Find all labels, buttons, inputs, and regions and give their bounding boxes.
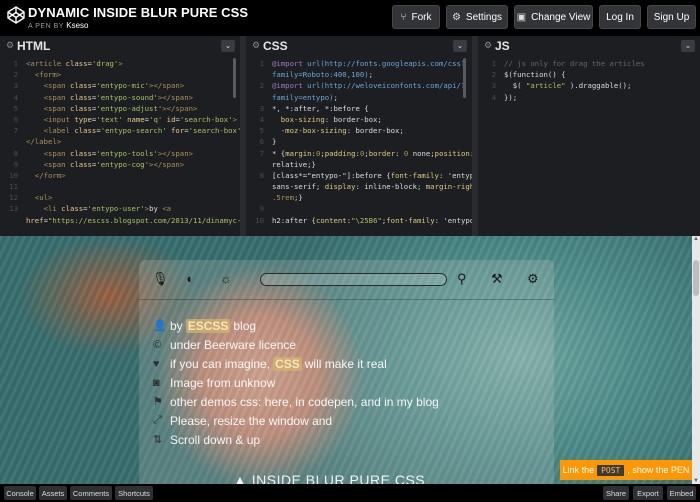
chevron-down-icon[interactable]: ⌄	[681, 40, 695, 52]
mic-icon[interactable]: 🎙	[152, 272, 169, 286]
chevron-down-icon[interactable]: ⌄	[221, 40, 235, 52]
export-button[interactable]: Export	[633, 486, 663, 500]
login-label: Log In	[606, 11, 634, 23]
preview-scrollbar[interactable]: ▲ ▼	[692, 236, 700, 484]
list-item: ◙ Image from unknow	[153, 375, 276, 390]
list-item: ⚑ other demos css: here, in codepen, and…	[153, 394, 439, 409]
change-view-label: Change View	[531, 11, 591, 23]
settings-button[interactable]: ⚙ Settings	[446, 5, 508, 29]
css-editor-pane[interactable]: ⚙ CSS ⌄ 1 @import url(http://fonts.google…	[246, 36, 472, 236]
list-item: © under Beerware licence	[153, 337, 297, 352]
css-highlight: CSS	[273, 356, 302, 371]
assets-button[interactable]: Assets	[39, 486, 67, 500]
js-editor-pane[interactable]: ⚙ JS ⌄ 1// js only for drag the articles…	[478, 36, 700, 236]
post-link-banner[interactable]: Link the POST , show the PEN	[560, 460, 692, 480]
cc-icon: ©	[153, 338, 162, 351]
heart-icon: ♥	[153, 357, 160, 370]
settings-label: Settings	[465, 11, 503, 23]
tools-icon[interactable]: ⚒	[491, 272, 503, 286]
escss-link[interactable]: ESCSS	[185, 318, 231, 333]
cog-icon[interactable]: ⚙	[527, 272, 539, 286]
js-pane-title: JS	[495, 39, 510, 53]
search-icon[interactable]: ⚲	[457, 272, 467, 286]
pen-header: DYNAMIC INSIDE BLUR PURE CSS A PEN BY Ks…	[0, 0, 700, 36]
css-pane-title: CSS	[263, 39, 288, 53]
list-item: 👤 by ESCSS blog	[153, 318, 257, 333]
change-view-button[interactable]: ▣ Change View	[514, 5, 593, 29]
list-item: ⤢ Please, resize the window and	[153, 413, 333, 428]
console-button[interactable]: Console	[4, 486, 36, 500]
fork-icon: ⑂	[400, 11, 407, 23]
camera-icon: ◙	[153, 376, 160, 389]
embed-button[interactable]: Embed	[667, 486, 696, 500]
pane-gear-icon[interactable]: ⚙	[252, 40, 260, 51]
share-button[interactable]: Share	[603, 486, 629, 500]
blur-panel[interactable]: 🎙 ◖ ☼ ⚲ ⚒ ⚙ 👤 by ESCSS blog © under Beer…	[139, 260, 554, 484]
scrollbar-thumb[interactable]	[693, 260, 699, 296]
pen-footer: Console Assets Comments Shortcuts Share …	[0, 484, 700, 502]
layout-icon: ▣	[516, 11, 527, 23]
shortcuts-button[interactable]: Shortcuts	[115, 486, 153, 500]
article-heading: ▲ INSIDE BLUR PURE CSS	[233, 472, 426, 484]
signup-button[interactable]: Sign Up	[647, 5, 696, 29]
chevron-down-icon[interactable]: ⌄	[453, 40, 467, 52]
js-pane-header: ⚙ JS ⌄	[478, 38, 700, 56]
pane-gear-icon[interactable]: ⚙	[6, 40, 14, 51]
comments-button[interactable]: Comments	[70, 486, 112, 500]
signup-label: Sign Up	[653, 11, 690, 23]
scroll-up-icon[interactable]: ▲	[692, 236, 700, 242]
html-code[interactable]: 1 <article class='drag'> 2 <form> 3 <span…	[0, 58, 240, 226]
sound-icon[interactable]: ◖	[185, 272, 193, 286]
panel-list: 👤 by ESCSS blog © under Beerware licence…	[153, 316, 548, 449]
html-pane-header: ⚙ HTML ⌄	[0, 38, 240, 56]
css-pane-header: ⚙ CSS ⌄	[246, 38, 472, 56]
js-code[interactable]: 1// js only for drag the articles 2 $(fun…	[478, 58, 700, 103]
css-code[interactable]: 1 @import url(http://fonts.googleapis.com…	[246, 58, 472, 226]
author-link[interactable]: Kseso	[66, 21, 88, 30]
login-button[interactable]: Log In	[599, 5, 641, 29]
resize-icon: ⤢	[153, 414, 162, 426]
scroll-icon: ⇅	[153, 434, 163, 446]
user-icon: 👤	[153, 320, 167, 332]
list-item: ♥ if you can imagine, CSS will make it r…	[153, 356, 387, 371]
adjust-icon[interactable]: ☼	[220, 272, 232, 286]
panel-toolbar: 🎙 ◖ ☼ ⚲ ⚒ ⚙	[139, 260, 554, 300]
html-scrollbar[interactable]	[233, 58, 236, 98]
pen-byline: A PEN BY Kseso	[28, 21, 88, 30]
byline-prefix: A PEN BY	[28, 23, 64, 30]
signpost-icon: ⚑	[153, 396, 163, 408]
preview-frame[interactable]: 🎙 ◖ ☼ ⚲ ⚒ ⚙ 👤 by ESCSS blog © under Beer…	[0, 236, 692, 484]
codepen-logo-icon[interactable]	[6, 5, 26, 25]
html-editor-pane[interactable]: ⚙ HTML ⌄ 1 <article class='drag'> 2 <form…	[0, 36, 240, 236]
fork-label: Fork	[411, 11, 432, 23]
pane-gear-icon[interactable]: ⚙	[484, 40, 492, 51]
list-item: ⇅ Scroll down & up	[153, 432, 261, 447]
html-pane-title: HTML	[17, 39, 51, 53]
css-scrollbar[interactable]	[463, 58, 466, 98]
fork-button[interactable]: ⑂ Fork	[392, 5, 440, 29]
editor-area: ⚙ HTML ⌄ 1 <article class='drag'> 2 <form…	[0, 36, 700, 236]
pen-title: DYNAMIC INSIDE BLUR PURE CSS	[28, 5, 249, 20]
gear-icon: ⚙	[451, 11, 461, 23]
search-input[interactable]	[260, 273, 447, 286]
